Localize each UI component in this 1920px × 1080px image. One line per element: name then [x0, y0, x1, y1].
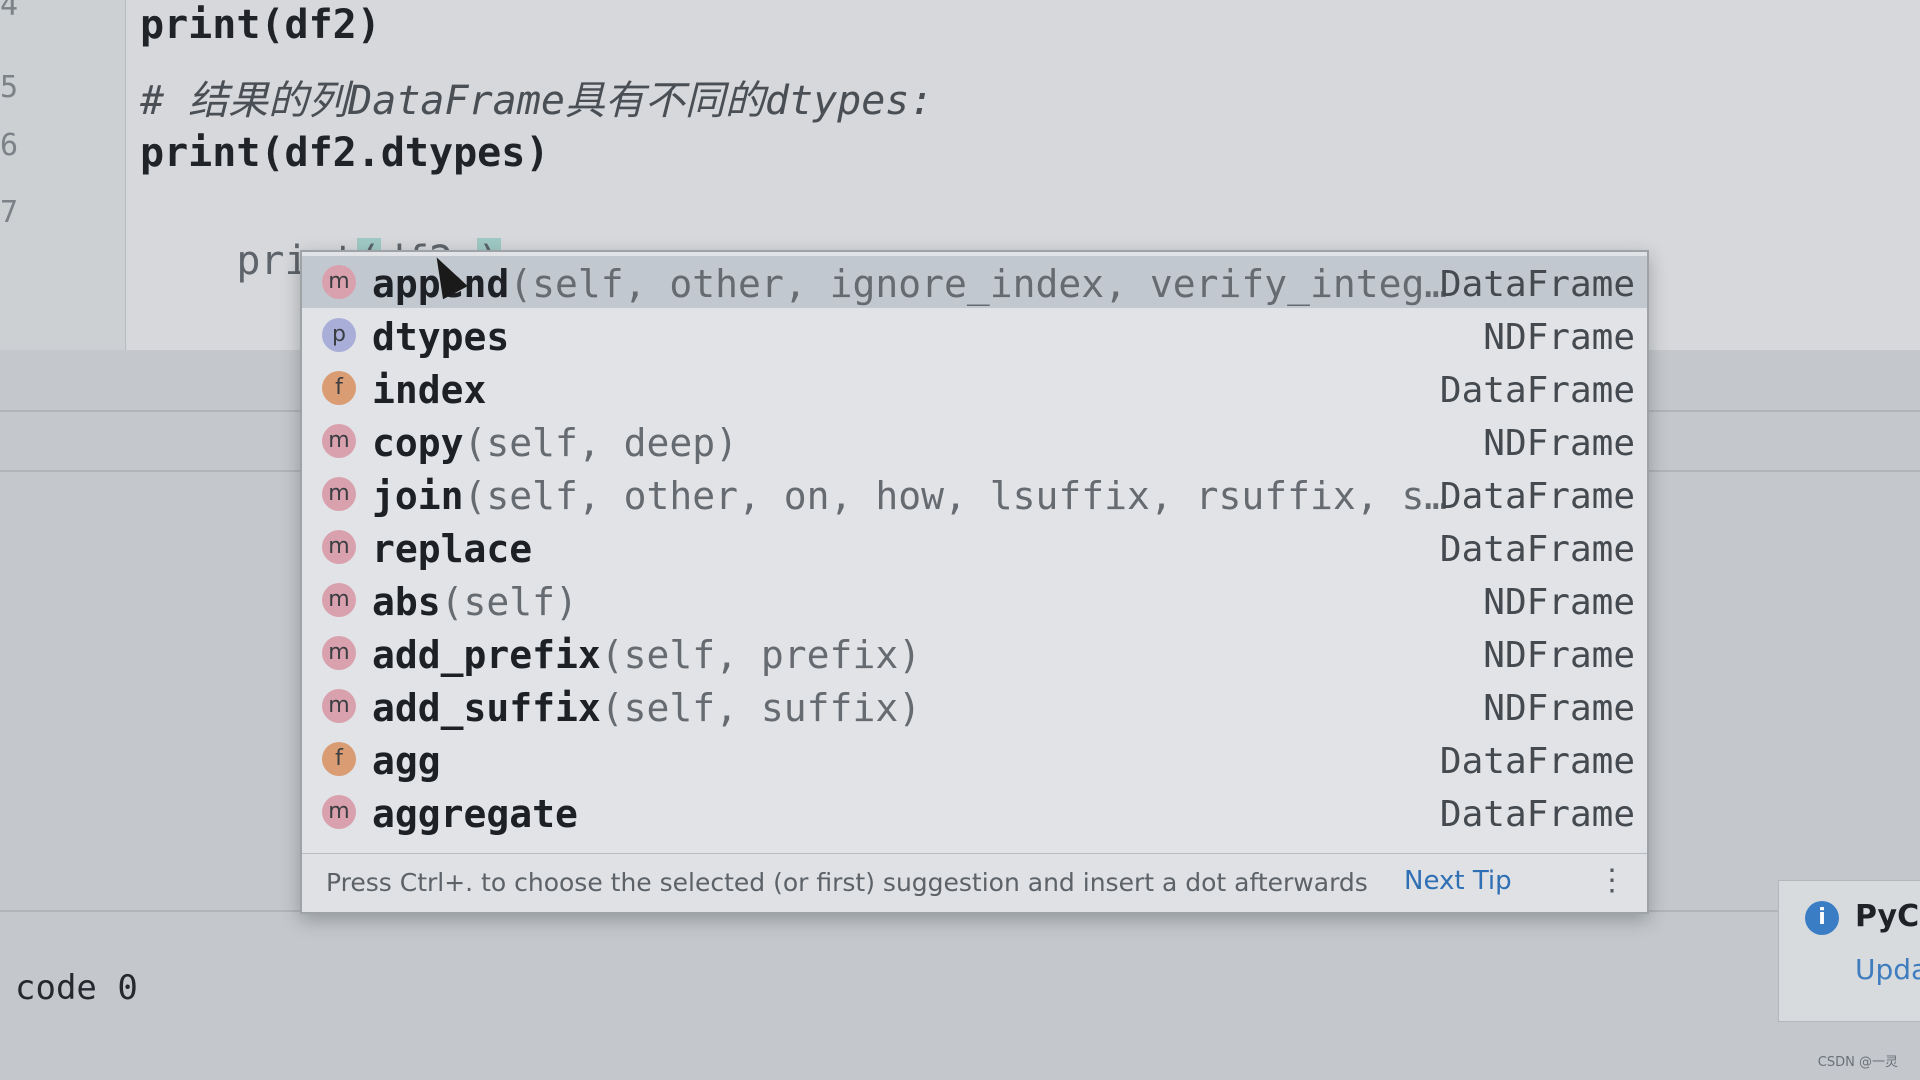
completion-footer: Press Ctrl+. to choose the selected (or … [302, 853, 1647, 912]
completion-item-type: NDFrame [1483, 317, 1635, 358]
completion-item[interactable]: m copy(self, deep) NDFrame [302, 415, 1647, 467]
code-line[interactable]: print(df2) [140, 2, 381, 48]
completion-item-label: abs [372, 580, 441, 624]
completion-item-label: add_prefix [372, 633, 601, 677]
completion-item-label: add_suffix [372, 686, 601, 730]
completion-item-signature: (self, other, on, how, lsuffix, rsuffix,… [463, 474, 1448, 518]
footer-tip: Press Ctrl+. to choose the selected (or … [326, 868, 1368, 897]
completion-item[interactable]: p dtypes NDFrame [302, 309, 1647, 361]
completion-item-name: aggregate [372, 792, 578, 836]
completion-item-type: NDFrame [1483, 688, 1635, 729]
method-icon: m [322, 689, 356, 723]
notification-title: PyCl [1855, 899, 1920, 934]
completion-item[interactable]: f agg DataFrame [302, 733, 1647, 785]
completion-item-label: copy [372, 421, 464, 465]
line-number: 5 [0, 70, 19, 105]
completion-item-type: NDFrame [1483, 582, 1635, 623]
line-number: 6 [0, 128, 19, 163]
info-icon: i [1805, 901, 1839, 935]
line-number: 7 [0, 195, 19, 230]
completion-item-type: DataFrame [1439, 264, 1635, 305]
completion-item-name: add_suffix(self, suffix) [372, 686, 921, 730]
completion-item[interactable]: m append(self, other, ignore_index, verif… [302, 256, 1647, 308]
completion-item[interactable]: f index DataFrame [302, 362, 1647, 414]
completion-item-signature: (self) [440, 580, 578, 624]
completion-item-signature: (self, suffix) [600, 686, 922, 730]
completion-item-type: NDFrame [1483, 423, 1635, 464]
method-icon: m [322, 477, 356, 511]
method-icon: m [322, 424, 356, 458]
completion-item-type: DataFrame [1439, 741, 1635, 782]
completion-item-label: index [372, 368, 487, 412]
completion-item-type: DataFrame [1439, 794, 1635, 835]
completion-item[interactable]: m aggregate DataFrame [302, 786, 1647, 838]
completion-item-name: join(self, other, on, how, lsuffix, rsuf… [372, 474, 1447, 518]
completion-item-name: abs(self) [372, 580, 578, 624]
completion-item-label: aggregate [372, 792, 578, 836]
notification-link[interactable]: Upda [1855, 953, 1920, 986]
method-icon: m [322, 530, 356, 564]
completion-item-signature: (self, deep) [463, 421, 739, 465]
line-gutter: 4 5 6 7 [0, 0, 126, 350]
completion-item[interactable]: m add_prefix(self, prefix) NDFrame [302, 627, 1647, 679]
completion-item[interactable]: m join(self, other, on, how, lsuffix, rsu… [302, 468, 1647, 520]
console-output: code 0 [15, 968, 138, 1008]
code-comment-line[interactable]: # 结果的列DataFrame具有不同的dtypes: [140, 68, 933, 126]
completion-item-type: NDFrame [1483, 635, 1635, 676]
method-icon: m [322, 583, 356, 617]
line-number: 4 [0, 0, 19, 23]
completion-item-type: DataFrame [1439, 529, 1635, 570]
property-icon: p [322, 318, 356, 352]
method-icon: m [322, 265, 356, 299]
completion-item-label: join [372, 474, 464, 518]
field-icon: f [322, 371, 356, 405]
next-tip-link[interactable]: Next Tip [1404, 866, 1512, 896]
code-line[interactable]: print(df2.dtypes) [140, 130, 549, 176]
completion-item-name: replace [372, 527, 532, 571]
completion-item-signature: (self, other, ignore_index, verify_integ… [509, 262, 1448, 306]
completion-item-label: replace [372, 527, 533, 571]
completion-item[interactable]: m abs(self) NDFrame [302, 574, 1647, 626]
method-icon: m [322, 795, 356, 829]
more-options-icon[interactable]: ⋮ [1597, 864, 1627, 898]
completion-item[interactable]: m add_suffix(self, suffix) NDFrame [302, 680, 1647, 732]
completion-item-name: copy(self, deep) [372, 421, 738, 465]
completion-item-type: DataFrame [1439, 476, 1635, 517]
method-icon: m [322, 636, 356, 670]
completion-item-name: dtypes [372, 315, 509, 359]
completion-item-signature: (self, prefix) [600, 633, 922, 677]
completion-item-label: dtypes [372, 315, 510, 359]
completion-item-name: add_prefix(self, prefix) [372, 633, 921, 677]
completion-item-name: agg [372, 739, 441, 783]
field-icon: f [322, 742, 356, 776]
notification-balloon[interactable]: i PyCl Upda [1778, 880, 1920, 1022]
completion-item[interactable]: m replace DataFrame [302, 521, 1647, 573]
completion-item-name: append(self, other, ignore_index, verify… [372, 262, 1447, 306]
completion-item-label: agg [372, 739, 441, 783]
watermark: CSDN @一灵 [1817, 1055, 1898, 1070]
completion-popup[interactable]: m append(self, other, ignore_index, verif… [300, 250, 1649, 914]
completion-item-name: index [372, 368, 486, 412]
completion-item-type: DataFrame [1439, 370, 1635, 411]
